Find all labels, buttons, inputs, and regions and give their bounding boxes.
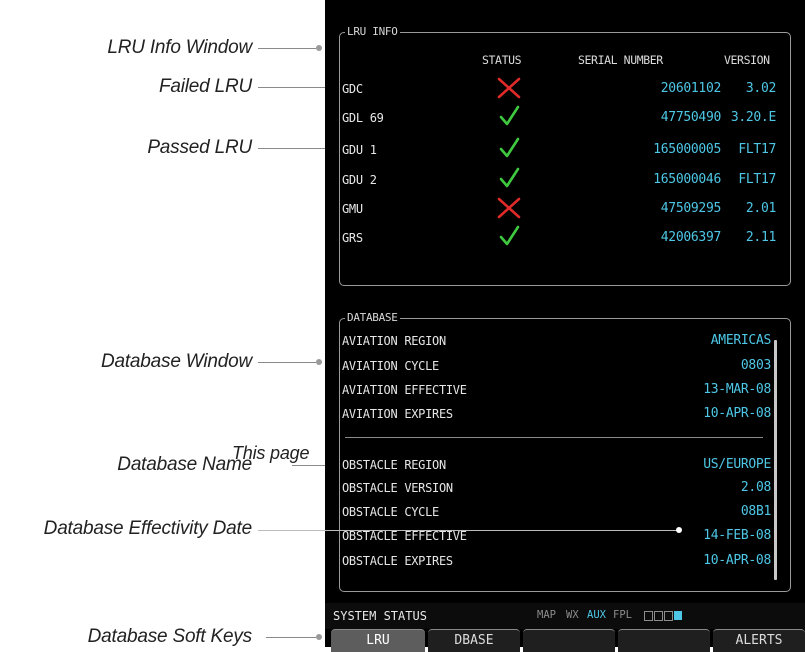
softkey-blank-4[interactable] (618, 629, 710, 652)
lru-version: 3.20.E (730, 110, 776, 125)
aviation-effective-value: 13-MAR-08 (703, 382, 771, 397)
obstacle-region-value: US/EUROPE (703, 457, 771, 472)
lru-info-title: LRU INFO (345, 25, 400, 38)
page-name: SYSTEM STATUS (333, 609, 427, 623)
green-check-icon (496, 104, 522, 128)
obstacle-region-label: OBSTACLE REGION (342, 458, 446, 472)
lru-name: GDU 2 (342, 173, 377, 187)
lru-serial-number: 42006397 (660, 230, 722, 245)
aviation-expires-value: 10-APR-08 (703, 406, 771, 421)
leader-line (258, 530, 678, 531)
callout-this-page: This page (232, 443, 310, 463)
page-group-fpl: FPL (613, 609, 632, 621)
leader-dot (316, 634, 322, 640)
softkey-blank-3[interactable] (523, 629, 615, 652)
green-check-icon (496, 166, 522, 190)
red-x-icon (496, 196, 522, 220)
aviation-expires-label: AVIATION EXPIRES (342, 407, 453, 421)
page-indicator-box (654, 611, 663, 621)
leader-dot (316, 359, 322, 365)
lru-serial-number: 20601102 (660, 81, 722, 96)
softkey-alerts[interactable]: ALERTS (713, 629, 805, 652)
serial-number-column-header: SERIAL NUMBER (578, 53, 663, 67)
leader-line (258, 362, 316, 363)
lru-serial-number: 165000005 (653, 142, 721, 157)
system-status-screen: LRU INFO STATUS SERIAL NUMBER VERSION GD… (325, 0, 805, 652)
database-divider (345, 437, 763, 438)
lru-serial-number: 47750490 (660, 110, 722, 125)
obstacle-effective-value: 14-FEB-08 (703, 528, 771, 543)
callout-lru-info-window: LRU Info Window (107, 37, 252, 58)
lru-version: FLT17 (738, 172, 776, 187)
green-check-icon (496, 224, 522, 248)
lru-version: FLT17 (738, 142, 776, 157)
red-x-icon (496, 76, 522, 100)
obstacle-expires-label: OBSTACLE EXPIRES (342, 554, 453, 568)
green-check-icon (496, 136, 522, 160)
softkey-dbase[interactable]: DBASE (428, 629, 520, 652)
aviation-effective-label: AVIATION EFFECTIVE (342, 383, 467, 397)
softkey-lru[interactable]: LRU (331, 629, 425, 652)
lru-version: 2.01 (745, 201, 776, 216)
obstacle-cycle-value: 08B1 (740, 504, 771, 519)
callout-database-effectivity-date: Database Effectivity Date (43, 518, 253, 539)
lru-serial-number: 47509295 (660, 201, 722, 216)
lru-name: GDC (342, 82, 363, 96)
obstacle-expires-value: 10-APR-08 (703, 553, 771, 568)
lru-version: 3.02 (745, 81, 776, 96)
lru-version: 2.11 (745, 230, 776, 245)
lru-name: GDL 69 (342, 111, 384, 125)
aviation-region-label: AVIATION REGION (342, 334, 446, 348)
obstacle-cycle-label: OBSTACLE CYCLE (342, 505, 439, 519)
page-indicator-box (664, 611, 673, 621)
leader-dot (676, 527, 682, 533)
obstacle-version-label: OBSTACLE VERSION (342, 481, 453, 495)
lru-name: GMU (342, 202, 363, 216)
database-scrollbar[interactable] (774, 340, 777, 580)
lru-info-window (339, 32, 791, 286)
lru-serial-number: 165000046 (653, 172, 721, 187)
obstacle-version-value: 2.08 (740, 480, 771, 495)
page-group-aux: AUX (587, 609, 606, 621)
page-group-map: MAP (537, 609, 556, 621)
callout-passed-lru: Passed LRU (147, 137, 252, 158)
status-column-header: STATUS (482, 53, 522, 67)
leader-line (266, 637, 316, 638)
leader-dot (316, 45, 322, 51)
aviation-region-value: AMERICAS (710, 333, 772, 348)
database-title: DATABASE (345, 311, 400, 324)
page-indicator (644, 611, 694, 621)
status-bar: SYSTEM STATUS MAP WX AUX FPL (325, 603, 805, 629)
obstacle-effective-label: OBSTACLE EFFECTIVE (342, 529, 467, 543)
callout-failed-lru: Failed LRU (158, 76, 252, 97)
page-indicator-box (644, 611, 653, 621)
lru-name: GRS (342, 231, 363, 245)
callout-database-window: Database Window (100, 351, 252, 372)
aviation-cycle-value: 0803 (740, 358, 771, 373)
lru-name: GDU 1 (342, 143, 377, 157)
page-indicator-box-active (674, 611, 682, 620)
aviation-cycle-label: AVIATION CYCLE (342, 359, 439, 373)
leader-line (258, 48, 316, 49)
version-column-header: VERSION (724, 53, 770, 67)
page-group-wx: WX (566, 609, 579, 621)
callout-database-soft-keys: Database Soft Keys (87, 626, 253, 647)
